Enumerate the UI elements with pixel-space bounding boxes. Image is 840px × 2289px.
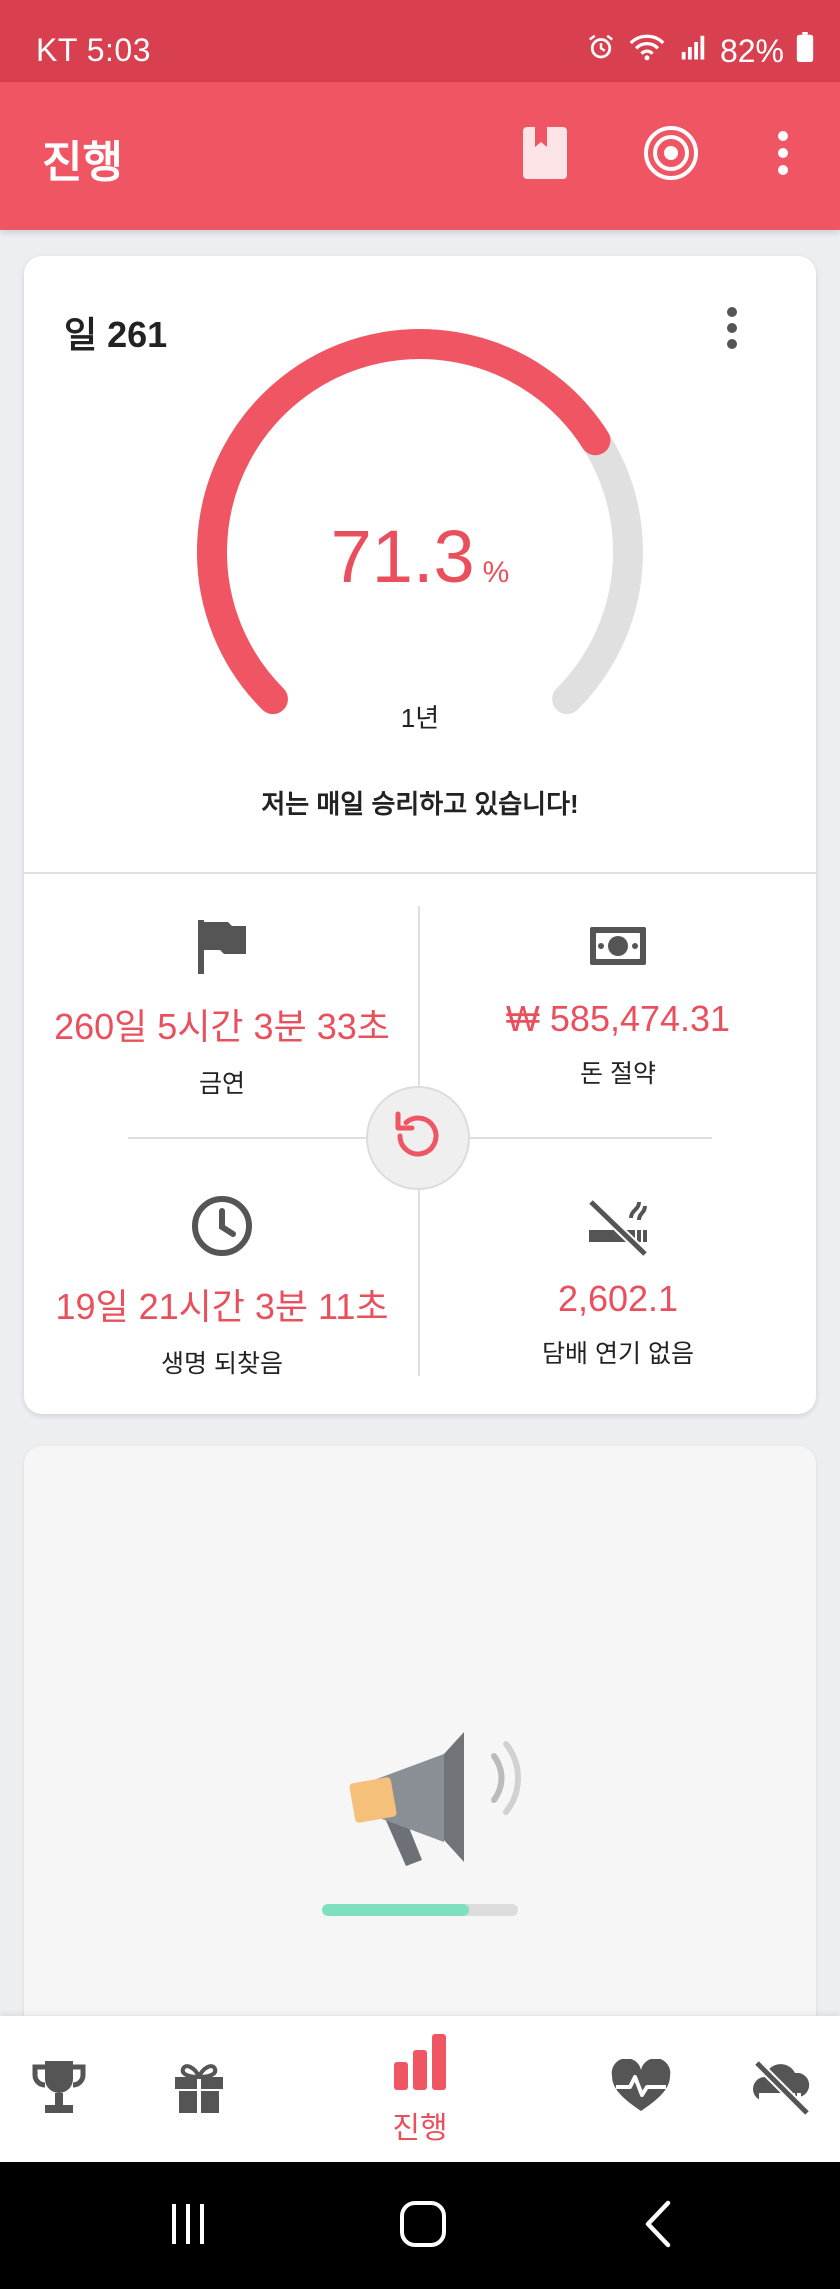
gift-icon — [169, 2057, 229, 2122]
carrier-time: KT 5:03 — [36, 32, 151, 68]
no-smoking-cloud-icon — [749, 2057, 813, 2122]
flag-icon — [196, 918, 248, 979]
nav-health[interactable] — [596, 2016, 686, 2162]
bookmark-icon — [521, 125, 569, 186]
money-saved-value: ₩ 585,474.31 — [505, 998, 731, 1039]
back-button[interactable] — [618, 2190, 698, 2262]
loading-bar — [322, 1904, 518, 1916]
life-regained-label: 생명 되찾음 — [161, 1350, 283, 1378]
more-options-button[interactable] — [748, 120, 818, 190]
no-smoking-icon — [585, 1196, 651, 1261]
nav-progress-label: 진행 — [392, 2111, 448, 2145]
bottom-nav: 진행 — [0, 2016, 840, 2162]
system-nav-bar — [0, 2162, 840, 2289]
loading-bar-fill — [322, 1904, 469, 1916]
recents-button[interactable] — [148, 2190, 228, 2262]
money-icon — [589, 926, 647, 971]
battery-percent: 82% — [719, 32, 784, 69]
progress-percent: 71.3% — [24, 514, 816, 599]
app-bar: 진행 — [0, 82, 840, 230]
clock-icon — [191, 1195, 253, 1262]
health-icon — [610, 2057, 672, 2120]
progress-card: 일 261 71.3% 1년 저는 매일 승리하고 있습니다! 260일 5시간… — [24, 256, 816, 1414]
page-title: 진행 — [42, 138, 123, 187]
card-menu-button[interactable] — [712, 300, 752, 360]
percent-value: 71.3 — [330, 515, 475, 598]
quit-duration: 260일 5시간 3분 33초 — [54, 1006, 390, 1047]
day-count: 일 261 — [64, 314, 168, 355]
divider — [24, 872, 816, 874]
signal-icon — [678, 32, 708, 70]
reset-button[interactable] — [366, 1086, 470, 1190]
target-icon — [642, 124, 700, 187]
wifi-icon — [628, 32, 666, 70]
cigarettes-value: 2,602.1 — [557, 1278, 679, 1319]
life-regained-value: 19일 21시간 3분 11초 — [55, 1286, 389, 1327]
stat-money-saved: ₩ 585,474.31 돈 절약 — [420, 916, 816, 1090]
more-vert-icon — [726, 306, 738, 355]
stat-cigarettes-not-smoked: 2,602.1 담배 연기 없음 — [420, 1196, 816, 1370]
nav-rewards[interactable] — [154, 2016, 244, 2162]
trophy-icon — [29, 2057, 89, 2122]
motto-text: 저는 매일 승리하고 있습니다! — [261, 789, 579, 819]
stat-life-regained: 19일 21시간 3분 11초 생명 되찾음 — [24, 1195, 420, 1380]
nav-achievements[interactable] — [14, 2016, 104, 2162]
goal-label: 1년 — [400, 703, 440, 733]
status-icons: 82% — [586, 32, 814, 70]
home-button[interactable] — [383, 2190, 463, 2262]
megaphone-icon — [344, 1726, 534, 1891]
stat-quit-time: 260일 5시간 3분 33초 금연 — [24, 916, 420, 1100]
percent-unit: % — [482, 556, 510, 589]
nav-progress[interactable]: 진행 — [360, 2016, 480, 2162]
progress-chart-icon — [390, 2032, 450, 2097]
recents-icon — [166, 2202, 210, 2251]
goal-button[interactable] — [636, 120, 706, 190]
back-icon — [638, 2199, 678, 2254]
quit-label: 금연 — [198, 1070, 245, 1098]
status-bar: KT 5:03 82% — [0, 0, 840, 82]
ad-card — [24, 1446, 816, 2046]
money-saved-label: 돈 절약 — [580, 1060, 656, 1088]
refresh-icon — [388, 1106, 448, 1171]
bookmark-button[interactable] — [510, 120, 580, 190]
more-vert-icon — [776, 129, 790, 182]
nav-cravings[interactable] — [736, 2016, 826, 2162]
battery-icon — [796, 32, 814, 70]
cigarettes-label: 담배 연기 없음 — [542, 1340, 694, 1368]
alarm-icon — [586, 32, 616, 70]
home-icon — [398, 2199, 448, 2254]
